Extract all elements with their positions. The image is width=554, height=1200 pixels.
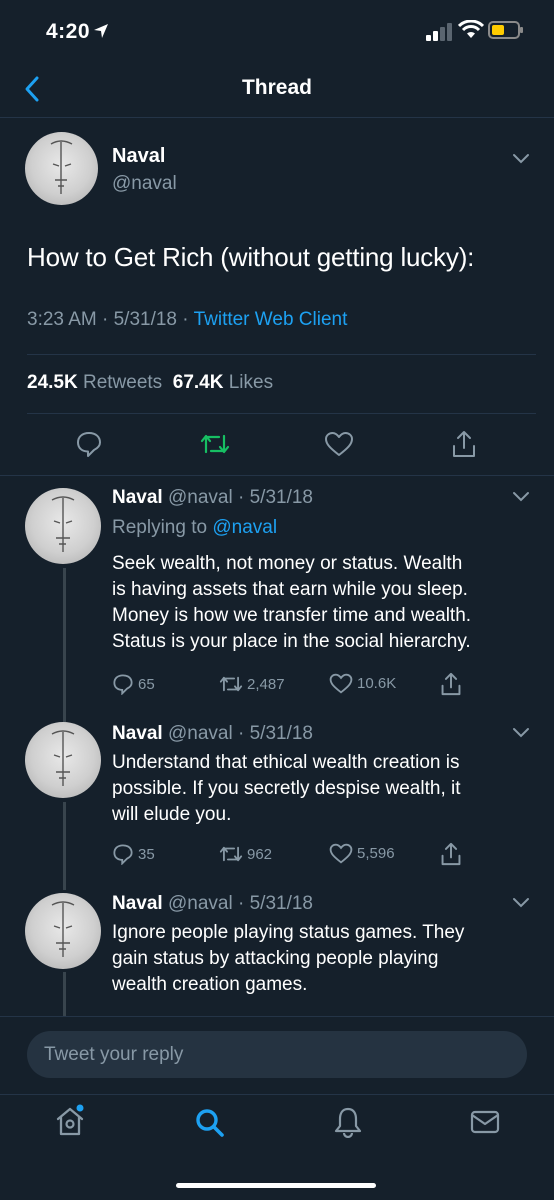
chevron-down-icon[interactable] [511, 726, 531, 740]
reply-text-line: Seek wealth, not money or status. Wealth [112, 553, 463, 574]
retweet-icon[interactable] [199, 430, 231, 458]
reply-text: Ignore people playing status games. They… [112, 920, 532, 998]
page-title: Thread [241, 76, 312, 99]
like-action[interactable]: 5,596 [329, 843, 395, 864]
reply-icon[interactable] [75, 430, 103, 458]
thread-line [63, 568, 66, 723]
tweet-stats: 24.5K Retweets 67.4K Likes [27, 372, 273, 394]
tweet-client-link[interactable]: Twitter Web Client [194, 309, 348, 330]
like-count: 10.6K [357, 675, 397, 692]
reply-count: 65 [138, 675, 155, 693]
like-icon [329, 673, 353, 694]
status-time: 4:20 [46, 20, 91, 43]
wifi-icon [458, 20, 484, 38]
divider [0, 475, 554, 476]
battery-icon [488, 21, 523, 39]
reply-action[interactable]: 65 [112, 673, 155, 695]
reply-icon [113, 674, 133, 695]
retweet-action[interactable]: 2,487 [218, 673, 285, 695]
reply-author-handle[interactable]: @naval [168, 723, 233, 744]
location-arrow-icon [94, 24, 108, 38]
cellular-signal-icon [426, 23, 452, 41]
replying-to-label: Replying to [112, 517, 208, 538]
reply-text-line: Understand that ethical wealth creation … [112, 752, 460, 773]
divider [27, 413, 536, 414]
avatar[interactable] [25, 132, 98, 205]
retweet-icon [219, 676, 243, 692]
avatar-sketch [51, 901, 75, 957]
reply-text-line: is having assets that earn while you sle… [112, 579, 468, 600]
avatar-sketch [50, 140, 73, 194]
reply-count: 35 [138, 845, 155, 863]
notifications-icon[interactable] [333, 1106, 363, 1138]
reply-input[interactable]: Tweet your reply [27, 1031, 527, 1078]
reply-action[interactable]: 35 [112, 843, 155, 865]
tweet-text: How to Get Rich (without getting lucky): [27, 242, 475, 272]
reply-date: 5/31/18 [249, 723, 313, 744]
chevron-down-icon[interactable] [511, 896, 531, 910]
retweet-count: 24.5K [27, 372, 78, 393]
share-icon[interactable] [440, 841, 462, 867]
like-icon[interactable] [324, 431, 354, 457]
reply-text-line: Ignore people playing status games. They [112, 922, 465, 943]
thread-line [63, 802, 66, 890]
replying-to-handle[interactable]: @naval [212, 517, 277, 538]
chevron-down-icon[interactable] [511, 152, 531, 166]
avatar[interactable] [25, 893, 101, 969]
author-handle[interactable]: @naval [112, 173, 177, 195]
reply-header: Naval @naval · 5/31/18 [112, 893, 313, 914]
reply-text-line: wealth creation games. [112, 974, 308, 995]
chevron-down-icon[interactable] [511, 490, 531, 504]
retweets-label: Retweets [82, 372, 163, 393]
reply-date: 5/31/18 [249, 893, 313, 914]
reply-text: Seek wealth, not money or status. Wealth… [112, 551, 532, 655]
tweet-time: 3:23 AM [27, 309, 97, 330]
divider [27, 354, 536, 355]
status-bar: 4:20 [0, 0, 554, 60]
thread-line [63, 972, 66, 1022]
reply-text-line: possible. If you secretly despise wealth… [112, 778, 461, 799]
search-icon[interactable] [194, 1107, 226, 1139]
reply-icon [113, 844, 133, 865]
reply-author-name[interactable]: Naval [112, 893, 163, 914]
messages-icon[interactable] [469, 1108, 501, 1136]
reply-text: Understand that ethical wealth creation … [112, 750, 532, 828]
reply-author-handle[interactable]: @naval [168, 487, 233, 508]
retweet-count-link[interactable]: 24.5K Retweets [27, 372, 162, 393]
reply-header: Naval @naval · 5/31/18 [112, 487, 313, 508]
tweet-date: 5/31/18 [113, 309, 178, 330]
avatar[interactable] [25, 488, 101, 564]
reply-header: Naval @naval · 5/31/18 [112, 723, 313, 744]
home-indicator[interactable] [176, 1183, 376, 1188]
replying-to: Replying to @naval [112, 517, 277, 539]
retweet-count: 2,487 [247, 675, 285, 693]
avatar-sketch [51, 730, 75, 786]
reply-date: 5/31/18 [249, 487, 313, 508]
like-action[interactable]: 10.6K [329, 673, 396, 694]
share-icon[interactable] [451, 429, 477, 459]
like-count-link[interactable]: 67.4K Likes [173, 372, 273, 393]
reply-author-name[interactable]: Naval [112, 723, 163, 744]
reply-text-line: Money is how we transfer time and wealth… [112, 605, 472, 626]
author-name[interactable]: Naval [112, 145, 165, 168]
reply-author-handle[interactable]: @naval [168, 893, 233, 914]
avatar-sketch [51, 496, 75, 552]
share-icon[interactable] [440, 671, 462, 697]
reply-text-line: Status is your place in the social hiera… [112, 631, 471, 652]
retweet-action[interactable]: 962 [218, 843, 272, 865]
tweet-meta: 3:23 AM · 5/31/18 · Twitter Web Client [27, 309, 348, 330]
retweet-count: 962 [247, 845, 273, 863]
reply-text-line: gain status by attacking people playing [112, 948, 439, 969]
like-count: 67.4K [172, 372, 224, 393]
likes-label: Likes [228, 372, 274, 393]
home-icon[interactable] [53, 1104, 87, 1138]
like-count: 5,596 [357, 845, 395, 862]
like-icon [329, 843, 353, 864]
avatar[interactable] [25, 722, 101, 798]
reply-text-line: will elude you. [112, 804, 232, 825]
reply-author-name[interactable]: Naval [112, 487, 163, 508]
retweet-icon [219, 846, 243, 862]
